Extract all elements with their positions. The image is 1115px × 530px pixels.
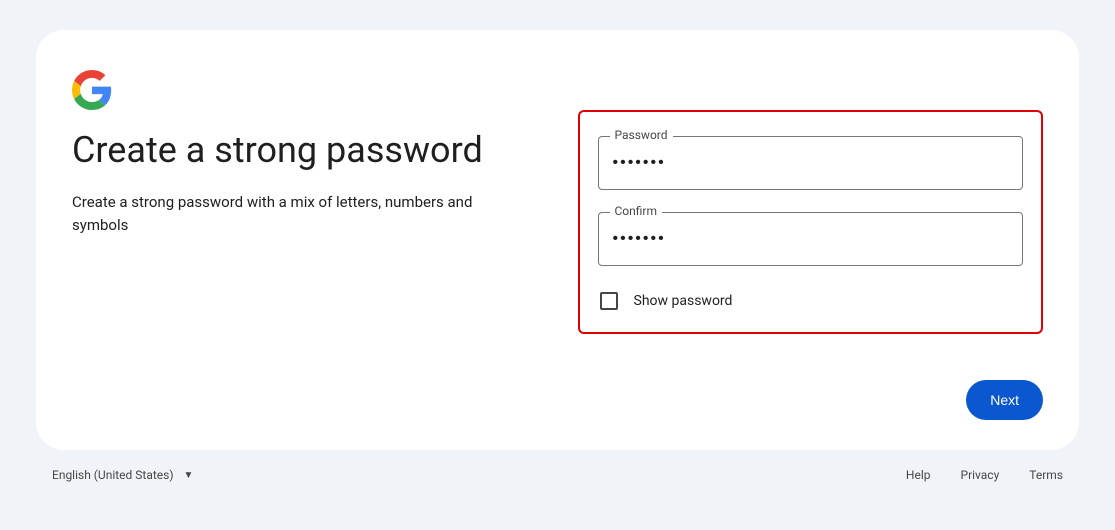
page-title: Create a strong password <box>72 128 538 173</box>
actions-row: Next <box>966 380 1043 420</box>
confirm-input[interactable] <box>598 212 1024 266</box>
language-label: English (United States) <box>52 468 174 482</box>
right-column: Password Confirm Show password <box>578 66 1044 334</box>
privacy-link[interactable]: Privacy <box>961 468 1000 482</box>
help-link[interactable]: Help <box>906 468 931 482</box>
language-selector[interactable]: English (United States) ▼ <box>52 468 193 482</box>
show-password-row: Show password <box>598 288 1024 310</box>
signup-card: Create a strong password Create a strong… <box>36 30 1079 450</box>
chevron-down-icon: ▼ <box>184 470 194 481</box>
confirm-field-wrap: Confirm <box>598 212 1024 266</box>
form-highlight-box: Password Confirm Show password <box>578 110 1044 334</box>
footer: English (United States) ▼ Help Privacy T… <box>0 450 1115 482</box>
password-input[interactable] <box>598 136 1024 190</box>
confirm-label: Confirm <box>610 204 663 218</box>
footer-links: Help Privacy Terms <box>906 468 1063 482</box>
password-label: Password <box>610 128 673 142</box>
next-button[interactable]: Next <box>966 380 1043 420</box>
left-column: Create a strong password Create a strong… <box>72 66 538 334</box>
password-field-wrap: Password <box>598 136 1024 190</box>
show-password-checkbox[interactable] <box>600 292 618 310</box>
terms-link[interactable]: Terms <box>1029 468 1063 482</box>
page-subtitle: Create a strong password with a mix of l… <box>72 191 492 236</box>
show-password-label: Show password <box>634 293 733 309</box>
card-inner: Create a strong password Create a strong… <box>72 66 1043 334</box>
google-logo-icon <box>72 70 112 110</box>
